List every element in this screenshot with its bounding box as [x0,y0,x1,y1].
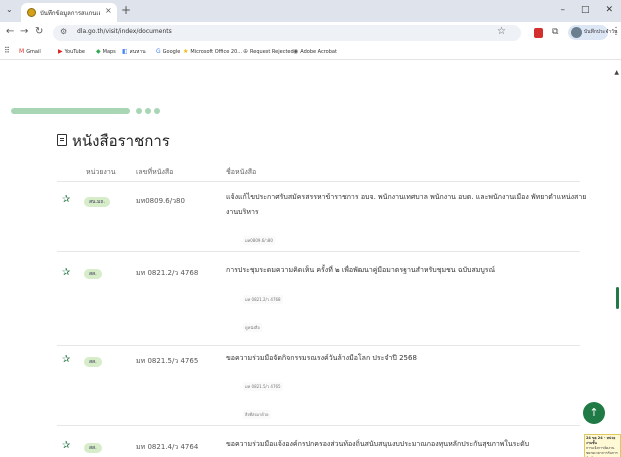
google-icon: G [156,48,161,55]
new-tab-plus-icon[interactable]: + [121,3,131,17]
browser-tab[interactable]: บันทึกข้อมูลการสแกนเอกสาร × [21,3,117,22]
maps-icon: ◆ [96,48,101,55]
bookmark-translate[interactable]: ◧ สนหาน [122,48,146,56]
reload-icon[interactable]: ↻ [35,26,43,37]
pdf-extension-icon[interactable] [534,28,543,38]
divider [57,181,580,182]
tab-title: บันทึกข้อมูลการสแกนเอกสาร [40,10,100,17]
back-arrow-icon[interactable]: ← [6,26,14,37]
bookmark-acrobat[interactable]: ◉ Adobe Acrobat [293,48,337,55]
apps-grid-icon[interactable]: ⠿ [4,46,10,55]
pin-icon[interactable]: ✰ [62,267,70,278]
bookmark-maps[interactable]: ◆ Maps [96,48,116,55]
translate-icon: ◧ [122,48,128,55]
scrollbar-thumb[interactable] [616,287,619,309]
doc-tag[interactable]: มท 0821.5/ว 4765 [243,382,283,391]
pin-icon[interactable]: ✰ [62,354,70,365]
tab-search-icon[interactable]: ⌄ [6,5,13,14]
site-info-icon[interactable]: ⚙ [60,27,67,36]
loading-dot [136,108,142,114]
doc-number: มท 0821.4/ว 4764 [136,443,199,451]
divider [57,345,580,346]
bookmark-request-rejected[interactable]: ⊕ Request Rejected [243,48,294,55]
column-header-doc-no: เลขที่หนังสือ [136,168,174,176]
doc-subject-link[interactable]: แจ้งแก้ไขประกาศรับสมัครสรรหาข้าราชการ อบ… [226,190,588,220]
avatar [571,27,582,38]
status-badge: สส. [84,357,102,367]
bookmark-youtube[interactable]: ▶ YouTube [58,48,85,55]
loading-dot [154,108,160,114]
tab-strip: ⌄ บันทึกข้อมูลการสแกนเอกสาร × + – □ ✕ [0,0,621,22]
doc-subject-link[interactable]: ขอความร่วมมือแจ้งองค์กรปกครองส่วนท้องถิ่… [226,437,576,452]
doc-tag[interactable]: ดูหนังสือ [243,323,262,332]
acrobat-icon: ◉ [293,48,299,55]
doc-number: มท 0821.5/ว 4765 [136,357,199,365]
pin-icon[interactable]: ✰ [62,194,70,205]
document-icon [57,134,67,146]
notification-text: การแจ้งการจัดงานขยายเวลาการรับการจัดทำ [586,446,618,457]
doc-tag[interactable]: สิ่งที่ส่งมาด้วย [243,410,271,419]
doc-tag[interactable]: มท 0821.2/ว 4768 [243,295,283,304]
status-badge: สน.มถ. [84,197,110,207]
bookmark-gmail[interactable]: M Gmail [19,48,41,55]
close-icon[interactable]: × [105,6,112,15]
scroll-up-arrow-icon[interactable]: ▲ [614,69,619,76]
bookmarks-bar: ⠿ M Gmail ▶ YouTube ◆ Maps ◧ สนหาน G Google ★… [0,44,621,60]
scrollbar[interactable]: ▲ [613,61,621,457]
column-header-subject: ชื่อหนังสือ [226,168,257,176]
url-text[interactable]: dla.go.th/visit/index/documents [77,28,172,35]
column-header-agency: หน่วยงาน [86,168,116,176]
page-title: หนังสือราชการ [72,132,170,150]
loading-bar [11,108,130,114]
scroll-to-top-button[interactable]: ↑ [583,402,605,424]
profile-button[interactable]: บันทึกประจำวัน [568,25,617,40]
forward-arrow-icon[interactable]: → [20,26,28,37]
window-close-icon[interactable]: ✕ [605,5,613,15]
office-icon: ★ [183,48,189,55]
minimize-icon[interactable]: – [560,5,565,15]
bookmark-google[interactable]: G Google [156,48,180,55]
extensions-puzzle-icon[interactable]: ⧉ [552,27,558,37]
notification-popup[interactable]: 24 ขอ 24 - หน่วยงานชั้น การแจ้งการจัดงาน… [584,434,621,457]
page-content: ▲ หนังสือราชการ หน่วยงาน เลขที่หนังสือ ช… [0,61,621,457]
pin-icon[interactable]: ✰ [62,440,70,451]
doc-subject-link[interactable]: การประชุมระดมความคิดเห็น ครั้งที่ ๒ เพื่… [226,263,588,278]
status-badge: สส. [84,269,102,279]
youtube-icon: ▶ [58,48,63,55]
doc-subject-link[interactable]: ขอความร่วมมือจัดกิจกรรมรณรงค์วันล้างมือโ… [226,351,588,366]
loading-dot [145,108,151,114]
toolbar: ← → ↻ ⚙ dla.go.th/visit/index/documents … [0,22,621,44]
link-icon: ⊕ [243,48,249,55]
site-favicon-icon [27,8,36,17]
status-badge: สส. [84,443,102,453]
doc-number: มท 0821.2/ว 4768 [136,269,199,277]
divider [57,425,580,426]
menu-kebab-icon[interactable]: ⋮ [611,26,621,37]
bookmark-office[interactable]: ★ Microsoft Office 20... [183,48,242,55]
address-bar[interactable]: ⚙ dla.go.th/visit/index/documents ☆ [53,25,521,41]
doc-number: มท0809.6/ว80 [136,197,185,205]
bookmark-star-icon[interactable]: ☆ [497,26,506,37]
notification-title: 24 ขอ 24 - หน่วยงานชั้น [586,436,616,445]
doc-tag[interactable]: มท0809.6/ว80 [243,236,275,245]
maximize-icon[interactable]: □ [581,5,590,15]
divider [57,251,580,252]
mail-icon: M [19,48,25,55]
